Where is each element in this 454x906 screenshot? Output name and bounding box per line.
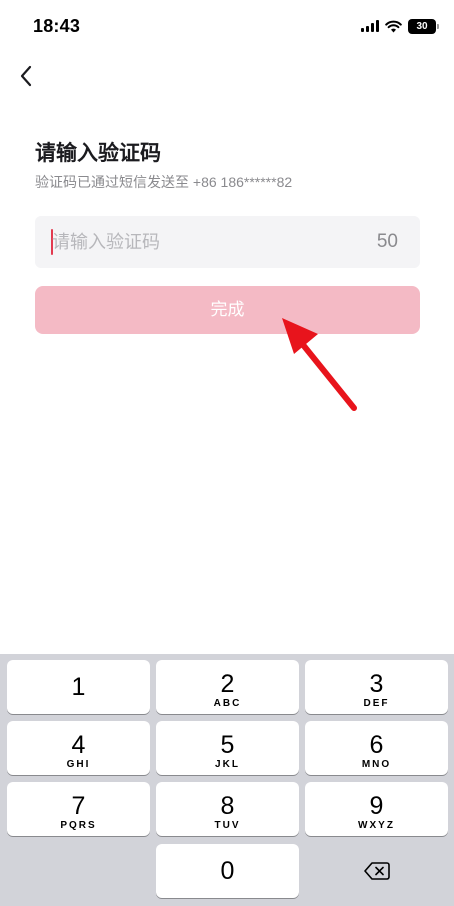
key-1[interactable]: 1 — [7, 660, 150, 714]
key-8[interactable]: 8 TUV — [156, 782, 299, 836]
back-button[interactable] — [12, 62, 40, 90]
page-title: 请输入验证码 — [35, 142, 161, 165]
key-letters: GHI — [66, 759, 91, 770]
key-digit: 7 — [71, 792, 86, 820]
backspace-button[interactable] — [305, 844, 448, 898]
key-letters: MNO — [361, 759, 392, 770]
status-time: 18:43 — [33, 16, 81, 36]
key-4[interactable]: 4 GHI — [7, 721, 150, 775]
key-digit: 1 — [71, 673, 86, 701]
key-digit: 8 — [220, 792, 235, 820]
key-letters: TUV — [214, 820, 241, 831]
battery-icon: 30 — [408, 18, 439, 34]
key-digit: 2 — [220, 670, 235, 698]
resend-countdown: 50 — [376, 231, 398, 252]
key-5[interactable]: 5 JKL — [156, 721, 299, 775]
key-digit: 9 — [369, 792, 384, 820]
key-2[interactable]: 2 ABC — [156, 660, 299, 714]
key-digit: 6 — [369, 731, 384, 759]
key-9[interactable]: 9 WXYZ — [305, 782, 448, 836]
status-bar: 18:43 30 — [0, 0, 454, 54]
verification-code-field[interactable]: 50 — [35, 216, 420, 268]
key-6[interactable]: 6 MNO — [305, 721, 448, 775]
key-digit: 3 — [369, 670, 384, 698]
red-arrow-icon — [282, 318, 357, 411]
key-letters: DEF — [363, 698, 390, 709]
key-3[interactable]: 3 DEF — [305, 660, 448, 714]
numeric-keypad: 1 2 ABC 3 DEF 4 GHI 5 JKL 6 MNO 7 PQRS 8… — [0, 654, 454, 906]
key-letters: PQRS — [60, 820, 97, 831]
backspace-icon — [363, 862, 390, 880]
status-icons: 30 — [361, 18, 439, 34]
key-7[interactable]: 7 PQRS — [7, 782, 150, 836]
key-digit: 4 — [71, 731, 86, 759]
cellular-signal-icon — [361, 20, 379, 32]
key-0[interactable]: 0 — [156, 844, 299, 898]
verification-code-input[interactable] — [52, 216, 352, 268]
key-digit: 5 — [220, 731, 235, 759]
chevron-left-icon — [20, 65, 32, 87]
key-letters: WXYZ — [358, 820, 395, 831]
key-digit: 0 — [220, 857, 235, 885]
key-letters: JKL — [215, 759, 240, 770]
key-letters: ABC — [213, 698, 242, 709]
wifi-icon — [385, 20, 402, 32]
sms-sent-notice: 验证码已通过短信发送至 +86 186******82 — [35, 174, 293, 190]
